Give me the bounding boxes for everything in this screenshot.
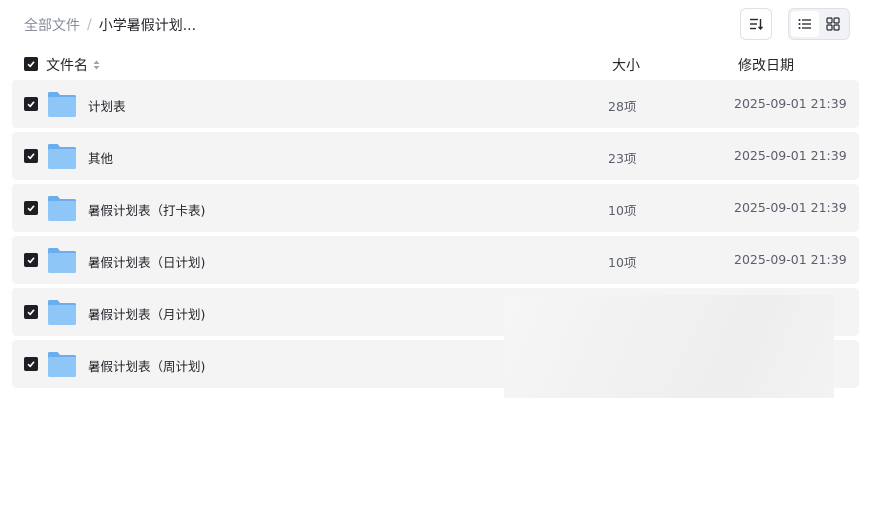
grid-view-button[interactable] (819, 11, 847, 37)
check-icon (27, 309, 35, 316)
folder-icon (48, 248, 76, 273)
check-icon (27, 61, 35, 68)
file-name[interactable]: 暑假计划表（周计划) (88, 356, 205, 375)
list-view-icon (798, 19, 811, 29)
table-row[interactable]: 暑假计划表（日计划) 10项 2025-09-01 21:39 (12, 236, 859, 284)
file-name[interactable]: 其他 (88, 148, 113, 167)
table-row[interactable]: 暑假计划表（打卡表) 10项 2025-09-01 21:39 (12, 184, 859, 232)
file-size: 10项 (608, 203, 637, 218)
folder-icon (48, 144, 76, 169)
list-view-button[interactable] (791, 11, 819, 37)
grid-view-icon (826, 17, 840, 31)
file-name[interactable]: 暑假计划表（月计划) (88, 304, 205, 323)
file-name[interactable]: 暑假计划表（日计划) (88, 252, 205, 271)
folder-icon (48, 352, 76, 377)
folder-icon (48, 92, 76, 117)
sort-caret-icon (93, 60, 100, 70)
sort-button[interactable] (740, 8, 772, 40)
table-row[interactable]: 计划表 28项 2025-09-01 21:39 (12, 80, 859, 128)
check-icon (27, 205, 35, 212)
file-size: 23项 (608, 151, 637, 166)
file-name[interactable]: 暑假计划表（打卡表) (88, 200, 205, 219)
table-header: 文件名 大小 修改日期 (12, 52, 859, 76)
row-checkbox[interactable] (24, 253, 38, 267)
check-icon (27, 101, 35, 108)
file-size: 28项 (608, 99, 637, 114)
view-toggle (788, 8, 850, 40)
check-icon (27, 257, 35, 264)
row-checkbox[interactable] (24, 357, 38, 371)
file-date: 2025-09-01 21:39 (734, 252, 847, 267)
top-bar: 全部文件 / 小学暑假计划... (0, 0, 874, 48)
breadcrumb: 全部文件 / 小学暑假计划... (24, 15, 196, 35)
redaction-overlay (504, 295, 834, 398)
row-checkbox[interactable] (24, 97, 38, 111)
file-date: 2025-09-01 21:39 (734, 96, 847, 111)
check-icon (27, 153, 35, 160)
column-header-name[interactable]: 文件名 (46, 55, 100, 75)
select-all-checkbox[interactable] (24, 57, 38, 71)
row-checkbox[interactable] (24, 201, 38, 215)
file-date: 2025-09-01 21:39 (734, 148, 847, 163)
breadcrumb-root[interactable]: 全部文件 (24, 15, 80, 35)
file-name[interactable]: 计划表 (88, 96, 126, 115)
table-row[interactable]: 其他 23项 2025-09-01 21:39 (12, 132, 859, 180)
file-date: 2025-09-01 21:39 (734, 200, 847, 215)
column-header-size[interactable]: 大小 (612, 55, 640, 75)
folder-icon (48, 300, 76, 325)
breadcrumb-current: 小学暑假计划... (98, 18, 197, 34)
row-checkbox[interactable] (24, 149, 38, 163)
row-checkbox[interactable] (24, 305, 38, 319)
folder-icon (48, 196, 76, 221)
column-header-name-label: 文件名 (46, 58, 88, 74)
column-header-date[interactable]: 修改日期 (738, 55, 794, 75)
file-size: 10项 (608, 255, 637, 270)
sort-lines-icon (750, 18, 764, 31)
check-icon (27, 361, 35, 368)
breadcrumb-separator: / (87, 17, 92, 33)
